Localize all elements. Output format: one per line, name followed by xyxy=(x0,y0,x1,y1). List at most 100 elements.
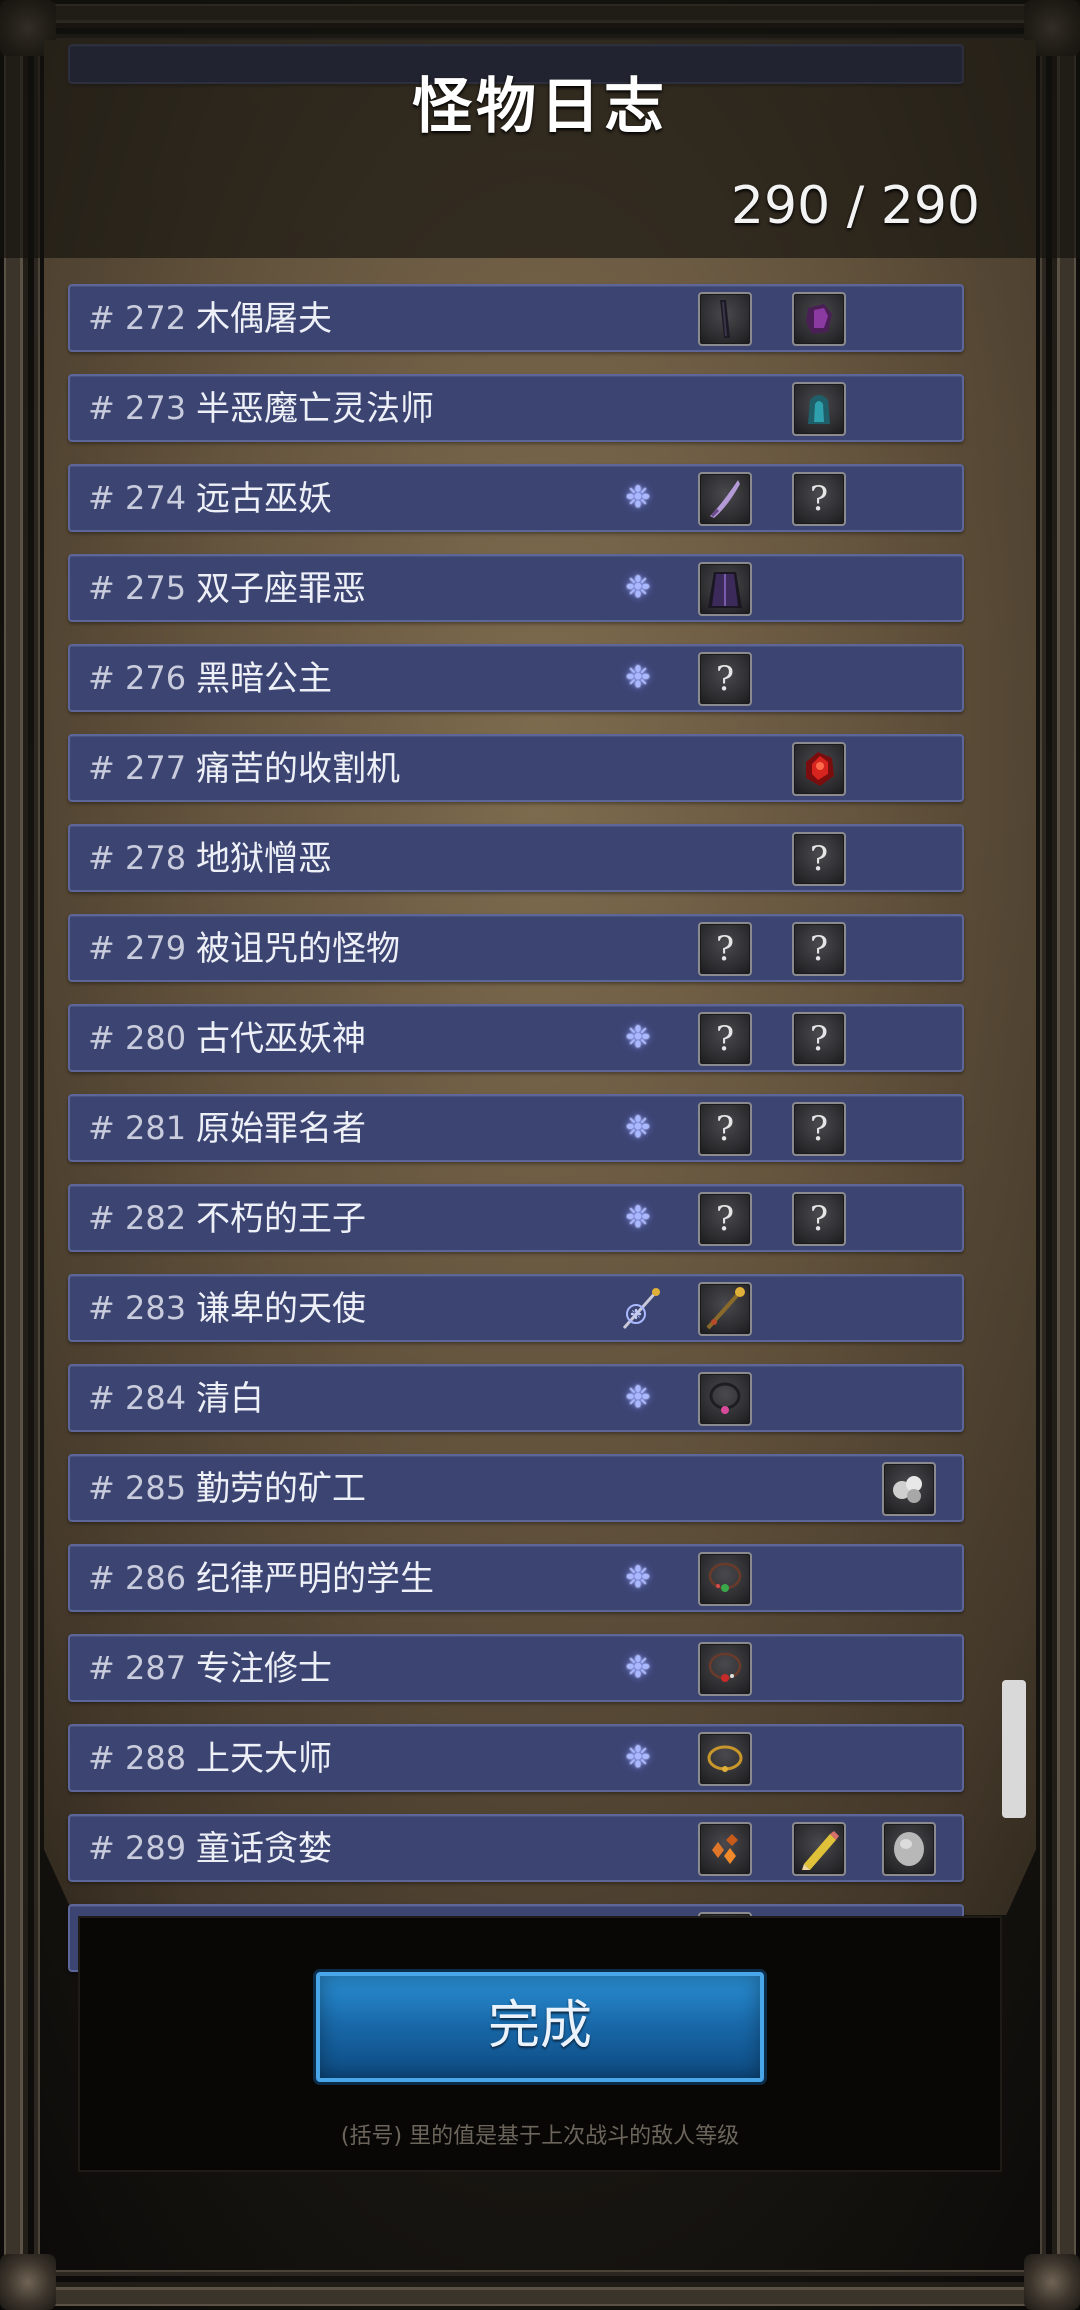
monster-name: 谦卑的天使 xyxy=(196,1289,366,1329)
orange-gems-item-icon xyxy=(700,1834,750,1874)
monster-number: # 288 xyxy=(88,1739,187,1777)
done-button[interactable]: 完成 xyxy=(316,1972,764,2082)
drop-item-slot[interactable] xyxy=(698,1282,752,1336)
red-necklace-item-icon xyxy=(700,1652,750,1694)
unknown-drop-slot[interactable]: ? xyxy=(792,1192,846,1246)
monster-number: # 277 xyxy=(88,749,187,787)
monster-name: 被诅咒的怪物 xyxy=(196,929,400,969)
question-mark-icon: ? xyxy=(715,1019,735,1059)
drop-item-slot[interactable] xyxy=(698,1552,752,1606)
purple-cloak-item-icon xyxy=(700,572,750,614)
table-row[interactable]: # 279 被诅咒的怪物?? xyxy=(68,914,964,982)
monster-number: # 281 xyxy=(88,1109,187,1147)
monster-number: # 284 xyxy=(88,1379,187,1417)
table-row[interactable]: # 273 半恶魔亡灵法师 xyxy=(68,374,964,442)
silver-ore-item-icon xyxy=(884,1476,934,1514)
drop-item-slot[interactable] xyxy=(792,382,846,436)
journal-header: 怪物日志 290 / 290 xyxy=(0,0,1080,258)
unknown-drop-slot[interactable]: ? xyxy=(792,1012,846,1066)
drop-item-slot[interactable] xyxy=(698,562,752,616)
question-mark-icon: ? xyxy=(809,839,829,879)
monster-name: 原始罪名者 xyxy=(196,1109,366,1149)
green-necklace-item-icon xyxy=(700,1562,750,1604)
question-mark-icon: ? xyxy=(809,1019,829,1059)
drop-item-slot[interactable] xyxy=(698,292,752,346)
frost-staff-icon: ❉ xyxy=(618,1284,662,1332)
unknown-drop-slot[interactable]: ? xyxy=(792,832,846,886)
drop-item-slot[interactable] xyxy=(882,1462,936,1516)
unknown-drop-slot[interactable]: ? xyxy=(792,472,846,526)
table-row[interactable]: # 285 勤劳的矿工 xyxy=(68,1454,964,1522)
drop-item-slot[interactable] xyxy=(792,1822,846,1876)
table-row[interactable]: # 289 童话贪婪 xyxy=(68,1814,964,1882)
monster-number: # 287 xyxy=(88,1649,187,1687)
level-footnote: (括号) 里的值是基于上次战斗的敌人等级 xyxy=(340,2124,740,2149)
drop-item-slot[interactable] xyxy=(792,742,846,796)
frame-corner-ornament xyxy=(1024,2254,1080,2310)
snowflake-icon: ❉ xyxy=(625,1380,651,1415)
purple-blade-item-icon xyxy=(700,480,750,524)
monster-number: # 282 xyxy=(88,1199,187,1237)
snowflake-icon: ❉ xyxy=(625,660,651,695)
table-row[interactable]: # 277 痛苦的收割机 xyxy=(68,734,964,802)
drop-item-slot[interactable] xyxy=(698,1822,752,1876)
monster-name: 古代巫妖神 xyxy=(196,1019,366,1059)
table-row[interactable]: # 272 木偶屠夫 xyxy=(68,284,964,352)
table-row[interactable]: # 276 黑暗公主 ❉? xyxy=(68,644,964,712)
drop-item-slot[interactable] xyxy=(882,1822,936,1876)
table-row[interactable]: # 286 纪律严明的学生 ❉ xyxy=(68,1544,964,1612)
table-row[interactable]: # 288 上天大师 ❉ xyxy=(68,1724,964,1792)
monster-name: 纪律严明的学生 xyxy=(196,1559,434,1599)
drop-item-slot[interactable] xyxy=(698,1372,752,1426)
monster-number: # 274 xyxy=(88,479,187,517)
table-row[interactable]: # 287 专注修士 ❉ xyxy=(68,1634,964,1702)
monster-name: 专注修士 xyxy=(196,1649,332,1689)
snowflake-icon: ❉ xyxy=(625,1110,651,1145)
monster-number: # 276 xyxy=(88,659,187,697)
table-row[interactable]: # 278 地狱憎恶? xyxy=(68,824,964,892)
monster-number: # 273 xyxy=(88,389,187,427)
gold-necklace-item-icon xyxy=(700,1745,750,1784)
question-mark-icon: ? xyxy=(715,1109,735,1149)
drop-item-slot[interactable] xyxy=(698,1642,752,1696)
monster-name: 黑暗公主 xyxy=(196,659,332,699)
unknown-drop-slot[interactable]: ? xyxy=(698,1102,752,1156)
question-mark-icon: ? xyxy=(715,1199,735,1239)
table-row[interactable]: # 280 古代巫妖神 ❉?? xyxy=(68,1004,964,1072)
table-row[interactable]: # 284 清白 ❉ xyxy=(68,1364,964,1432)
pencil-item-icon xyxy=(794,1831,844,1874)
snowflake-icon: ❉ xyxy=(625,1200,651,1235)
table-row[interactable]: # 281 原始罪名者 ❉?? xyxy=(68,1094,964,1162)
table-row[interactable]: # 274 远古巫妖 ❉? xyxy=(68,464,964,532)
drop-item-slot[interactable] xyxy=(698,1732,752,1786)
monster-number: # 286 xyxy=(88,1559,187,1597)
scrollbar-thumb[interactable] xyxy=(1002,1680,1026,1818)
unknown-drop-slot[interactable]: ? xyxy=(698,1012,752,1066)
monster-name: 地狱憎恶 xyxy=(196,839,332,879)
grey-stone-item-icon xyxy=(884,1832,934,1874)
unknown-drop-slot[interactable]: ? xyxy=(792,922,846,976)
unknown-drop-slot[interactable]: ? xyxy=(698,1192,752,1246)
monster-number: # 279 xyxy=(88,929,187,967)
frame-corner-ornament xyxy=(0,2254,56,2310)
monster-number: # 275 xyxy=(88,569,187,607)
snowflake-icon: ❉ xyxy=(625,1650,651,1685)
teal-hood-item-icon xyxy=(794,395,844,434)
monster-name: 勤劳的矿工 xyxy=(196,1469,366,1509)
question-mark-icon: ? xyxy=(809,1199,829,1239)
monster-number: # 283 xyxy=(88,1289,187,1327)
table-row[interactable]: # 283 谦卑的天使 ❉ xyxy=(68,1274,964,1342)
table-row[interactable]: # 275 双子座罪恶 ❉ xyxy=(68,554,964,622)
question-mark-icon: ? xyxy=(715,659,735,699)
monster-name: 远古巫妖 xyxy=(196,479,332,519)
table-row[interactable]: # 282 不朽的王子 ❉?? xyxy=(68,1184,964,1252)
monster-number: # 278 xyxy=(88,839,187,877)
snowflake-icon: ❉ xyxy=(625,1020,651,1055)
unknown-drop-slot[interactable]: ? xyxy=(698,652,752,706)
monster-name: 木偶屠夫 xyxy=(196,299,332,339)
unknown-drop-slot[interactable]: ? xyxy=(698,922,752,976)
drop-item-slot[interactable] xyxy=(792,292,846,346)
snowflake-icon: ❉ xyxy=(625,480,651,515)
unknown-drop-slot[interactable]: ? xyxy=(792,1102,846,1156)
drop-item-slot[interactable] xyxy=(698,472,752,526)
